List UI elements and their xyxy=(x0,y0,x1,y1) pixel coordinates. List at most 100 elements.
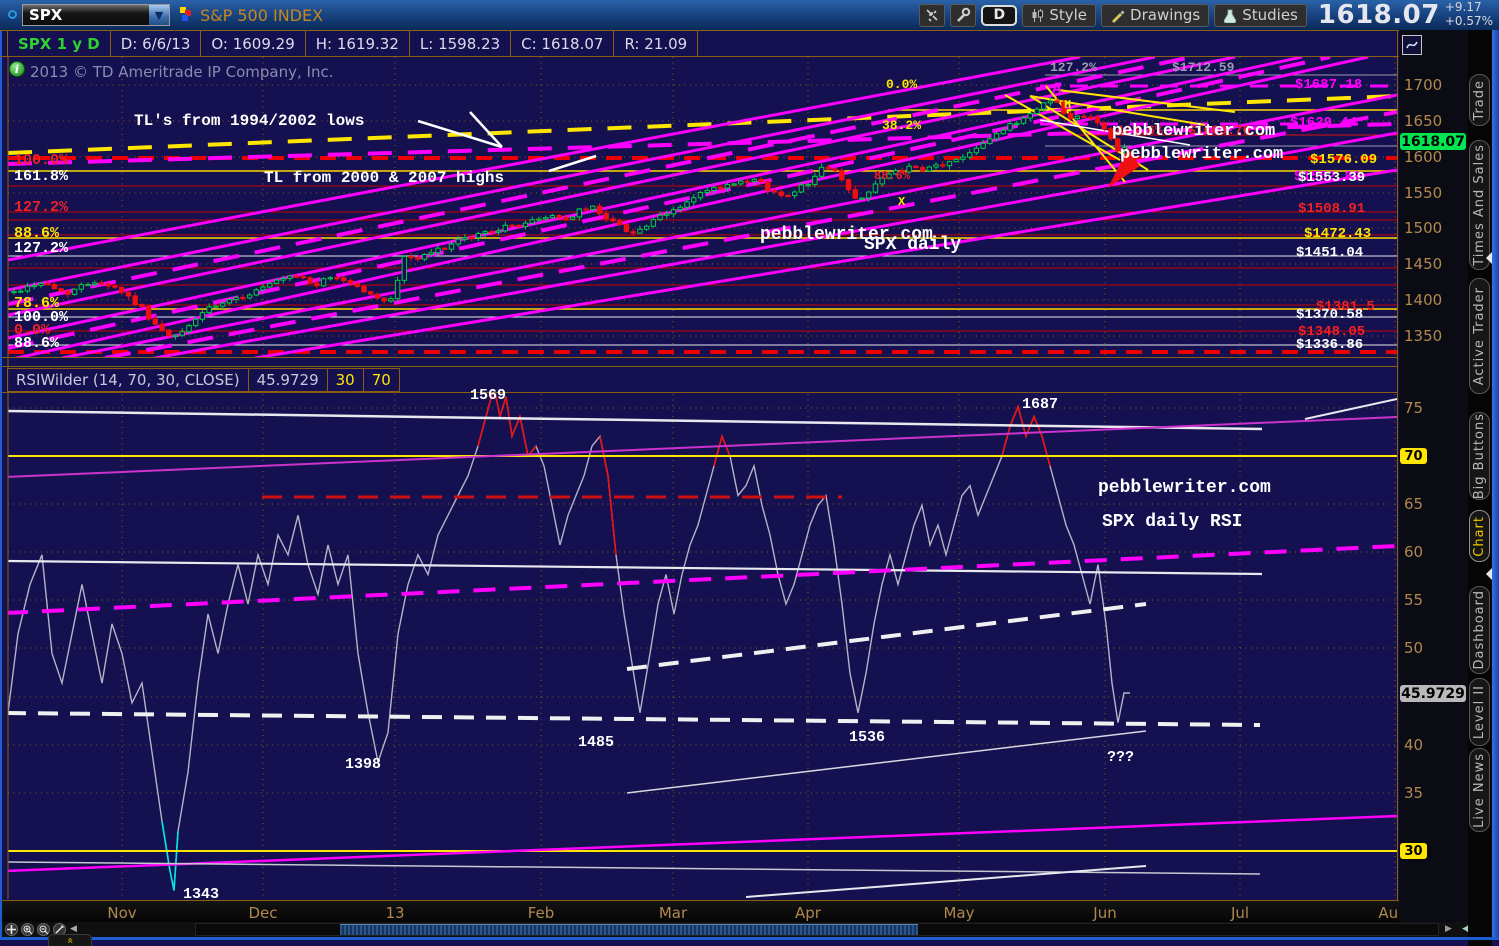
candle-body xyxy=(771,190,778,193)
axis-tick-label: 1650 xyxy=(1404,112,1443,130)
settings-wrench-button[interactable] xyxy=(950,3,977,27)
sidebar-tab-times-and-sales[interactable]: Times And Sales xyxy=(1469,140,1490,270)
axis-tick-label: 1550 xyxy=(1404,184,1443,202)
gadget-sidebar: Trade Times And Sales Active Trader Big But… xyxy=(1468,30,1492,946)
price-annotation: $1472.43 xyxy=(1304,226,1371,242)
time-scrollbar-track[interactable] xyxy=(195,923,1439,936)
pan-tool-button[interactable] xyxy=(5,923,18,936)
candle-body xyxy=(1054,100,1060,103)
expand-panel-tab[interactable]: « xyxy=(48,934,92,946)
symbol-dropdown-arrow[interactable]: ▼ xyxy=(149,5,169,25)
trend-line xyxy=(8,57,1331,350)
timeframe-d-button[interactable]: D xyxy=(981,4,1018,26)
bottom-edge-strip xyxy=(0,937,1499,940)
scroll-right-arrow[interactable]: ▶ xyxy=(1445,924,1452,934)
sidebar-tab-active-trader[interactable]: Active Trader xyxy=(1469,278,1490,394)
candle-body xyxy=(953,158,959,163)
sidebar-tab-big-buttons[interactable]: Big Buttons xyxy=(1469,412,1490,500)
candle-body xyxy=(549,215,556,219)
chart-mode-icon-button[interactable] xyxy=(919,3,946,27)
axis-tick-label: 40 xyxy=(1404,736,1424,754)
candle-body xyxy=(267,282,273,288)
candle-body xyxy=(354,283,360,287)
zoom-in-button[interactable] xyxy=(21,923,34,936)
candle-body xyxy=(670,209,677,215)
candle-body xyxy=(320,278,327,287)
price-annotation: $1451.04 xyxy=(1296,245,1363,261)
candle-body xyxy=(179,331,185,336)
sidebar-tab-chart[interactable]: Chart xyxy=(1469,510,1490,562)
rsi-header-cell-1[interactable]: 45.9729 xyxy=(247,368,328,392)
sidebar-tab-trade[interactable]: Trade xyxy=(1469,74,1490,126)
chart-canvas[interactable]: TL's from 1994/2002 lows TL from 2000 & 2… xyxy=(0,0,1499,946)
sidebar-tab-label: Live News xyxy=(1472,752,1487,828)
candle-body xyxy=(724,184,731,189)
ohlc-cell-1: D: 6/6/13 xyxy=(109,31,202,56)
candlestick-style-icon xyxy=(1032,8,1044,22)
candle-body xyxy=(125,291,132,297)
symbol-value[interactable]: SPX xyxy=(23,6,149,24)
time-scrollbar-thumb[interactable] xyxy=(340,924,918,935)
candle-body xyxy=(859,197,865,200)
candle-body xyxy=(509,224,515,227)
candle-body xyxy=(246,294,253,299)
ohlc-summary-row: SPX 1 y D D: 6/6/13 O: 1609.29 H: 1619.32 L:… xyxy=(0,30,1399,57)
rsi-header-cell-0[interactable]: RSIWilder (14, 70, 30, CLOSE) xyxy=(7,368,249,392)
rsi-line xyxy=(1001,404,1051,467)
zoom-out-button[interactable] xyxy=(37,923,50,936)
axis-tick-label: 1450 xyxy=(1404,255,1443,273)
price-change: +9.17 +0.57% xyxy=(1444,0,1495,29)
candle-body xyxy=(973,147,980,154)
collapse-left-arrow[interactable]: ◀ xyxy=(70,924,77,934)
change-percent: +0.57% xyxy=(1444,14,1493,28)
price-annotation: pebblewriter.com xyxy=(1112,122,1275,141)
candle-body xyxy=(993,133,1000,140)
sidebar-tab-label: Level II xyxy=(1472,684,1487,740)
rsi-trend-line xyxy=(8,409,1263,431)
candle-body xyxy=(617,220,623,226)
price-annotation: 0.0% xyxy=(886,77,917,92)
rsi-header-cell-2[interactable]: 30 xyxy=(326,368,364,392)
candle-body xyxy=(44,282,51,286)
style-button[interactable]: Style xyxy=(1022,3,1097,27)
candle-body xyxy=(711,186,717,191)
collapse-notch-icon[interactable] xyxy=(1486,252,1492,264)
candle-body xyxy=(684,201,690,208)
time-axis[interactable]: Nov Dec 13 Feb Mar Apr May Jun Jul Aug xyxy=(0,900,1408,922)
candle-body xyxy=(495,230,502,233)
candle-body xyxy=(327,277,334,280)
candle-body xyxy=(926,166,932,172)
candle-body xyxy=(610,218,616,222)
drawings-button[interactable]: Drawings xyxy=(1101,3,1210,27)
sidebar-tab-live-news[interactable]: Live News xyxy=(1469,748,1490,832)
fib-percent-label: 127.2% xyxy=(14,199,69,216)
candle-body xyxy=(765,181,771,192)
time-axis-label: May xyxy=(943,904,975,922)
time-axis-label: Jun xyxy=(1093,904,1117,922)
rsi-trend-line xyxy=(8,416,1397,478)
price-annotation: 127.2% xyxy=(1050,60,1097,75)
candle-body xyxy=(812,175,818,185)
candle-body xyxy=(818,166,825,177)
time-axis-label: 13 xyxy=(385,904,405,922)
candle-body xyxy=(31,284,37,288)
price-axis-column[interactable]: 1700 1650 1600 1550 1500 1450 1400 1350 75 65 60 55… xyxy=(1399,30,1468,922)
reset-scale-icon[interactable] xyxy=(1402,35,1422,55)
studies-button[interactable]: Studies xyxy=(1214,3,1307,27)
rsi-annotation: 1398 xyxy=(345,756,381,773)
sidebar-tab-dashboard[interactable]: Dashboard xyxy=(1469,586,1490,674)
candle-body xyxy=(946,161,953,167)
candle-body xyxy=(542,217,549,220)
info-icon[interactable]: i xyxy=(9,61,25,77)
rsi-header-cell-3[interactable]: 70 xyxy=(362,368,400,392)
sidebar-tab-level-ii[interactable]: Level II xyxy=(1469,678,1490,746)
link-dot-icon[interactable] xyxy=(8,10,17,19)
candle-body xyxy=(442,247,448,250)
candle-body xyxy=(940,164,946,167)
candle-body xyxy=(556,215,562,218)
collapse-notch-icon[interactable] xyxy=(1486,568,1492,580)
candle-body xyxy=(18,290,24,293)
window-edge-strip[interactable] xyxy=(1486,30,1499,937)
symbol-input[interactable]: SPX ▼ xyxy=(22,4,170,26)
ohlc-cell-4: L: 1598.23 xyxy=(408,31,512,56)
